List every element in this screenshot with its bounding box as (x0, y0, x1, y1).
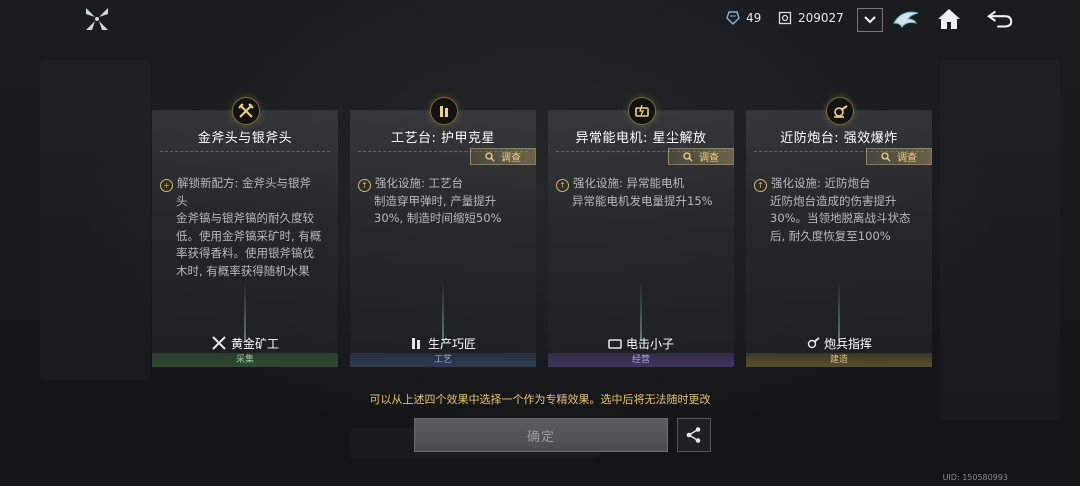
light-beam (244, 281, 246, 341)
divider (160, 151, 330, 152)
card-title: 近防炮台: 强效爆炸 (780, 131, 898, 146)
card-footer: 炮兵指挥 (746, 333, 932, 353)
investigate-button[interactable]: 调查 (470, 148, 536, 165)
search-icon (881, 151, 891, 161)
up-arrow-icon: ↑ (358, 179, 371, 192)
turret-icon (826, 97, 854, 125)
share-icon (686, 427, 701, 443)
bullets-icon (411, 338, 420, 349)
category-tag: 经营 (548, 353, 734, 367)
selection-hint: 可以从上述四个效果中选择一个作为专精效果。选中后将无法随时更改 (369, 393, 711, 406)
category-tag: 建造 (746, 353, 932, 367)
turret-icon (807, 337, 820, 349)
light-beam (640, 281, 642, 341)
category-tag: 工艺 (350, 353, 536, 367)
card-footer: 生产巧匠 (350, 333, 536, 353)
crossed-pickaxes-icon (212, 336, 226, 350)
specialization-card[interactable]: 异常能电机: 星尘解放 调查 ↑ 强化设施: 异常能电机 异常能电机发电量提升15… (548, 97, 734, 367)
card-footer: 电击小子 (548, 333, 734, 353)
search-icon (683, 151, 693, 161)
logo-icon[interactable] (84, 6, 110, 32)
plus-icon: + (160, 179, 173, 192)
home-icon[interactable] (935, 6, 963, 32)
gear-resource-count: 209027 (798, 11, 844, 25)
card-description: ↑ 强化设施: 近防炮台 近防炮台造成的伤害提升 30%。当领地脱离战斗状态 后,… (754, 175, 922, 245)
investigate-button[interactable]: 调查 (668, 148, 734, 165)
specialization-card[interactable]: 工艺台: 护甲克星 调查 ↑ 强化设施: 工艺台 制造穿甲弹时, 产量提升 30%… (350, 97, 536, 367)
crossed-pickaxes-icon (232, 97, 260, 125)
back-arrow-icon[interactable] (986, 6, 1014, 32)
specialization-card[interactable]: 近防炮台: 强效爆炸 调查 ↑ 强化设施: 近防炮台 近防炮台造成的伤害提升 30… (746, 97, 932, 367)
up-arrow-icon: ↑ (556, 179, 569, 192)
generator-icon (608, 339, 622, 349)
light-beam (442, 281, 444, 341)
up-arrow-icon: ↑ (754, 179, 767, 192)
category-tag: 采集 (152, 353, 338, 367)
background-panel (40, 60, 150, 380)
dragon-emblem-icon[interactable] (892, 6, 920, 32)
card-description: + 解锁新配方: 金斧头与银斧 头 金斧镐与银斧镐的耐久度较 低。使用金斧镐采矿时… (160, 175, 328, 280)
crystal-resource: 49 (726, 11, 761, 25)
card-title: 工艺台: 护甲克星 (390, 131, 495, 146)
card-title: 异常能电机: 星尘解放 (575, 131, 707, 146)
confirm-button[interactable]: 确定 (414, 418, 668, 452)
card-description: ↑ 强化设施: 工艺台 制造穿甲弹时, 产量提升 30%, 制造时间缩短50% (358, 175, 526, 228)
card-footer: 黄金矿工 (152, 333, 338, 353)
light-beam (838, 281, 840, 341)
card-description: ↑ 强化设施: 异常能电机 异常能电机发电量提升15% (556, 175, 724, 210)
bullets-icon (430, 97, 458, 125)
resource-dropdown-button[interactable] (857, 8, 883, 32)
uid-label: UID: 150580993 (942, 473, 1008, 482)
specialization-card[interactable]: 金斧头与银斧头 + 解锁新配方: 金斧头与银斧 头 金斧镐与银斧镐的耐久度较 低。… (152, 97, 338, 367)
crystal-icon (726, 11, 740, 25)
card-title: 金斧头与银斧头 (197, 131, 293, 146)
share-button[interactable] (677, 418, 711, 452)
top-bar: 49 209027 (0, 0, 1080, 40)
crystal-count: 49 (746, 11, 762, 25)
background-panel (940, 60, 1060, 420)
gear-resource: 209027 (778, 11, 844, 25)
investigate-button[interactable]: 调查 (866, 148, 932, 165)
dropdown-chevron-icon (864, 16, 876, 24)
search-icon (485, 151, 495, 161)
generator-icon (628, 97, 656, 125)
gear-resource-icon (778, 11, 792, 25)
